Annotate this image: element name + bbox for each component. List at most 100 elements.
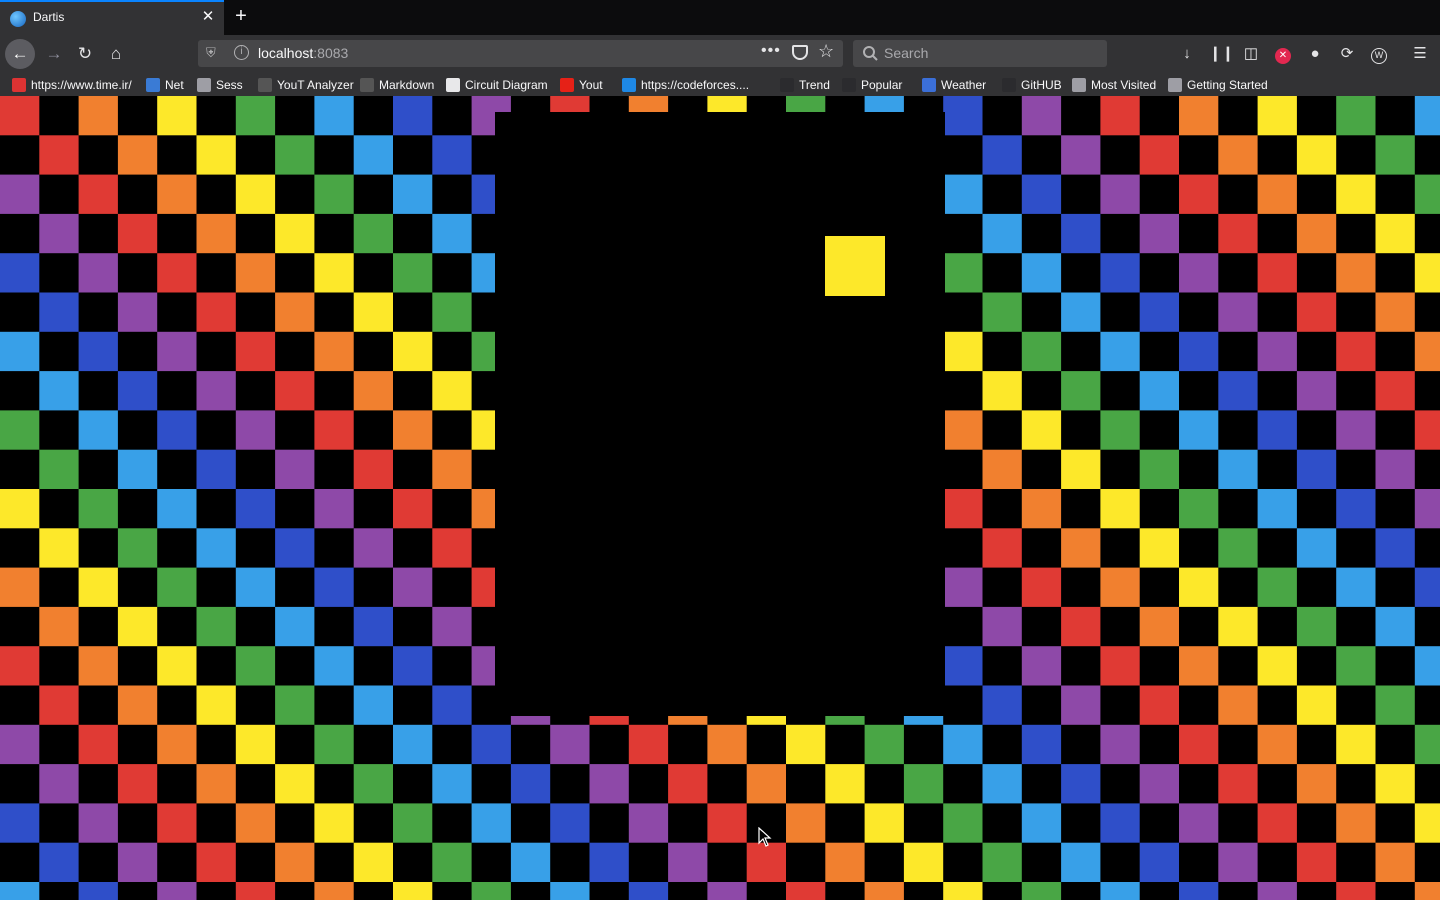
- board-tile: [235, 410, 276, 450]
- board-tile: [471, 882, 511, 900]
- board-tile: [1257, 882, 1297, 900]
- board-tile: [628, 882, 669, 900]
- board-tile: [157, 882, 197, 900]
- sidebar-icon[interactable]: ◫: [1241, 44, 1261, 64]
- board-tile: [1257, 567, 1297, 607]
- board-tile: [314, 882, 354, 900]
- board-tile: [432, 371, 472, 411]
- board-tile: [0, 410, 40, 450]
- board-tile: [943, 253, 983, 293]
- wikipedia-extension-icon[interactable]: W: [1369, 44, 1389, 64]
- tab-dartis[interactable]: Dartis ✕: [0, 0, 224, 35]
- bookmark-label: Getting Started: [1187, 77, 1268, 92]
- address-bar[interactable]: ⛨ i localhost:8083 ••• ☆: [198, 40, 843, 67]
- board-tile: [943, 331, 983, 372]
- pocket-icon[interactable]: [792, 45, 808, 60]
- board-tile: [550, 803, 590, 843]
- board-tile: [353, 292, 393, 332]
- reload-button[interactable]: ↻: [70, 39, 100, 69]
- board-tile: [196, 213, 236, 254]
- search-input[interactable]: Search: [884, 45, 928, 61]
- bookmark-item[interactable]: Weather: [922, 76, 986, 93]
- bookmark-label: Weather: [941, 77, 987, 92]
- board-tile: [1139, 764, 1179, 804]
- board-tile: [1218, 292, 1258, 332]
- board-tile: [393, 489, 433, 529]
- board-tile: [1257, 410, 1297, 450]
- board-tile: [1296, 449, 1337, 489]
- bookmark-item[interactable]: Trend: [780, 76, 830, 93]
- game-viewport[interactable]: [0, 96, 1440, 900]
- board-tile: [982, 292, 1022, 332]
- board-tile: [432, 292, 472, 332]
- bookmark-item[interactable]: Circuit Diagram: [446, 76, 548, 93]
- blocker-extension-icon[interactable]: ✕: [1273, 44, 1293, 64]
- navigation-toolbar: ← → ↻ ⌂ ⛨ i localhost:8083 ••• ☆ Search …: [0, 35, 1440, 72]
- board-tile: [1139, 685, 1179, 725]
- board-tile: [1375, 213, 1415, 254]
- bookmark-item[interactable]: Markdown: [360, 76, 434, 93]
- tracking-shield-icon[interactable]: ⛨: [206, 45, 220, 61]
- home-button[interactable]: ⌂: [101, 39, 131, 69]
- board-tile: [275, 764, 315, 804]
- board-tile: [353, 764, 393, 804]
- bookmark-item[interactable]: https://codeforces....: [622, 76, 749, 93]
- bookmarks-toolbar: https://www.time.ir/Net Sess YouT Analyzer…: [0, 72, 1440, 96]
- board-tile: [1021, 882, 1062, 900]
- board-tile: [314, 567, 354, 607]
- forward-button[interactable]: →: [39, 39, 69, 69]
- board-tile: [0, 253, 40, 293]
- board-tile: [1100, 803, 1140, 843]
- url-text[interactable]: localhost:8083: [258, 45, 348, 61]
- board-tile: [196, 764, 236, 804]
- board-tile: [117, 292, 158, 332]
- board-tile: [943, 567, 983, 607]
- board-tile: [1296, 842, 1337, 882]
- page-actions-icon[interactable]: •••: [761, 42, 781, 60]
- food-block: [825, 236, 885, 296]
- downloads-icon[interactable]: ↓: [1177, 44, 1197, 64]
- github-icon: [780, 77, 794, 92]
- bookmark-item[interactable]: Net: [146, 76, 184, 93]
- bookmark-item[interactable]: YouT Analyzer: [258, 76, 354, 93]
- menu-icon[interactable]: ☰: [1410, 44, 1430, 64]
- board-tile: [1179, 174, 1219, 214]
- bookmark-star-icon[interactable]: ☆: [818, 41, 834, 62]
- bookmark-label: Sess: [216, 77, 243, 92]
- sync-extension-icon[interactable]: ⟳: [1337, 44, 1357, 64]
- board-tile: [471, 724, 511, 765]
- library-icon[interactable]: ❙❙: [1209, 44, 1234, 64]
- board-tile: [353, 213, 393, 254]
- back-button[interactable]: ←: [5, 39, 35, 69]
- board-tile: [1257, 724, 1297, 765]
- bookmark-item[interactable]: https://www.time.ir/: [12, 76, 132, 93]
- board-tile: [589, 842, 629, 882]
- bookmark-label: YouT Analyzer: [277, 77, 354, 92]
- site-info-icon[interactable]: i: [234, 45, 249, 60]
- board-tile: [0, 646, 40, 686]
- bookmark-item[interactable]: GitHUB: [1002, 76, 1062, 93]
- board-tile: [314, 646, 354, 686]
- board-tile: [196, 842, 236, 882]
- close-tab-icon[interactable]: ✕: [199, 8, 217, 26]
- markdown-icon: [360, 77, 374, 92]
- board-tile: [1414, 96, 1440, 136]
- search-bar[interactable]: Search: [853, 40, 1107, 67]
- board-tile: [39, 842, 79, 882]
- board-tile: [1414, 724, 1440, 765]
- bookmark-item[interactable]: Popular: [842, 76, 902, 93]
- board-tile: [432, 135, 472, 175]
- bookmark-item[interactable]: Most Visited: [1072, 76, 1156, 93]
- bookmark-item[interactable]: Getting Started: [1168, 76, 1268, 93]
- new-tab-button[interactable]: +: [229, 5, 253, 29]
- board-tile: [982, 606, 1022, 647]
- board-tile: [275, 449, 315, 489]
- account-icon[interactable]: ●: [1305, 44, 1325, 64]
- board-tile: [0, 489, 40, 529]
- board-tile: [235, 331, 276, 372]
- board-tile: [157, 646, 197, 686]
- board-tile: [196, 371, 236, 411]
- board-tile: [1414, 174, 1440, 214]
- bookmark-item[interactable]: Sess: [197, 76, 243, 93]
- bookmark-item[interactable]: Yout: [560, 76, 603, 93]
